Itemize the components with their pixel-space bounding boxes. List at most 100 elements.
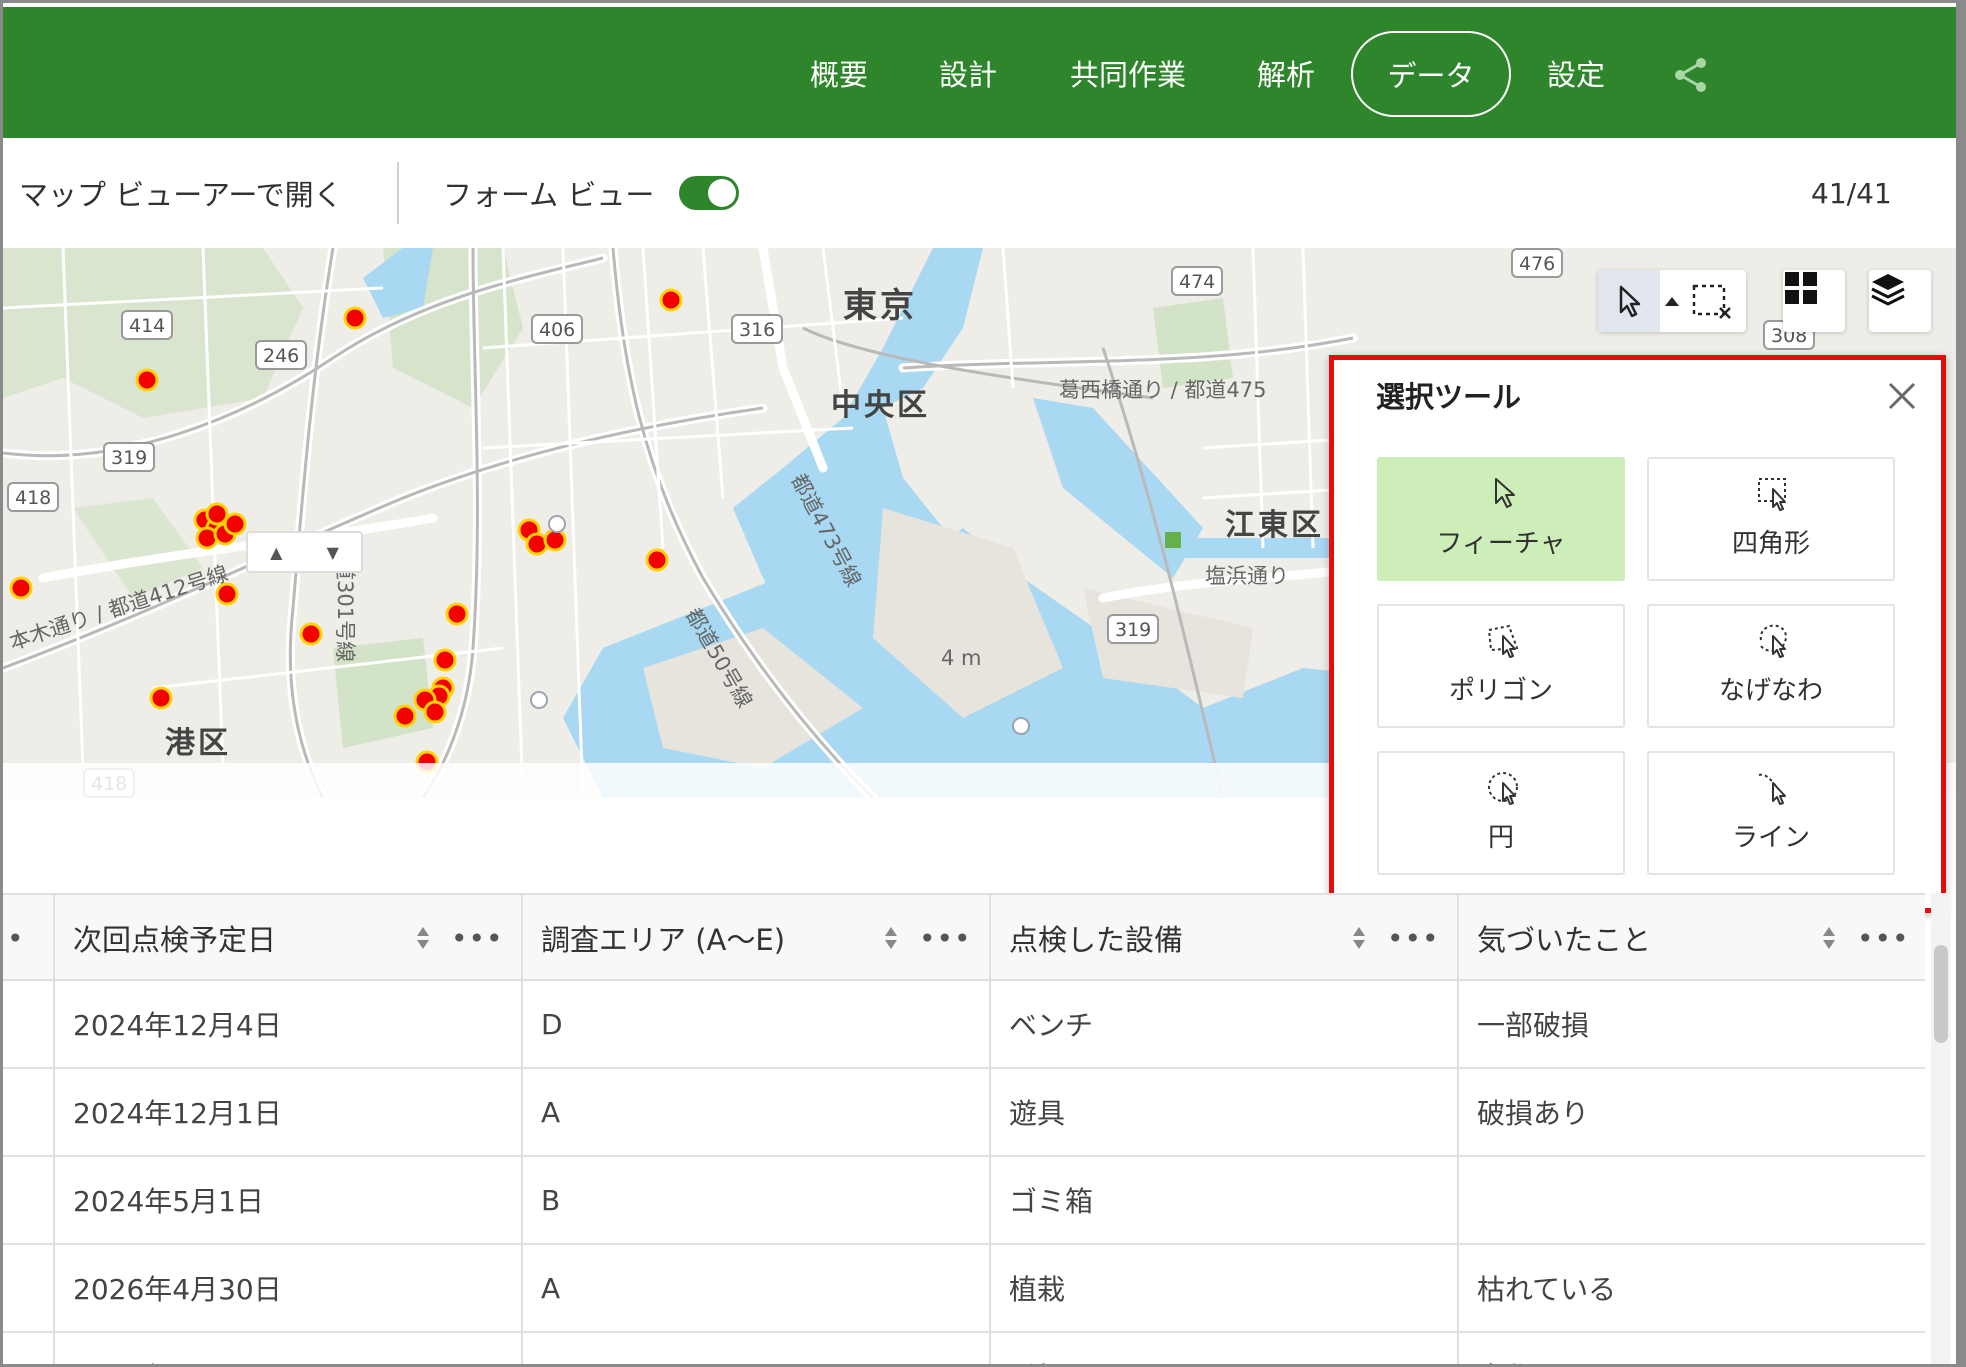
caret-up-icon[interactable]: ▲ [270, 543, 282, 562]
more-icon[interactable]: ••• [1387, 922, 1440, 955]
more-icon[interactable]: • [7, 922, 25, 955]
tool-rectangle[interactable]: 四角形 [1647, 457, 1895, 581]
route-shield: 406 [531, 314, 584, 344]
tab-analyze[interactable]: 解析 [1253, 7, 1319, 138]
route-shield: 474 [1171, 266, 1224, 296]
table-row[interactable]: 2024年11月1日 A 看板 劣化 [3, 1333, 1925, 1364]
table-cell: 植栽 [989, 1245, 1457, 1331]
table-cell-prev [3, 1333, 53, 1364]
column-header-equipment[interactable]: 点検した設備 ••• [989, 895, 1457, 981]
more-icon[interactable]: ••• [1857, 922, 1910, 955]
table-cell: 看板 [989, 1333, 1457, 1364]
caret-up-icon[interactable] [1662, 292, 1682, 310]
table-cell: B [521, 1157, 989, 1243]
data-toolbar: マップ ビューアーで開く フォーム ビュー 41/41 [3, 138, 1956, 248]
cursor-icon [1619, 285, 1641, 318]
tool-polygon-label: ポリゴン [1448, 676, 1553, 706]
table-cell: ゴミ箱 [989, 1157, 1457, 1243]
column-header-notes[interactable]: 気づいたこと ••• [1457, 895, 1925, 981]
close-icon[interactable] [1882, 376, 1922, 416]
column-header-label: 次回点検予定日 [73, 923, 277, 957]
more-icon[interactable]: ••• [451, 922, 504, 955]
caret-down-icon[interactable]: ▼ [327, 543, 339, 562]
panel-resize-handle[interactable]: ▲ ▼ [246, 531, 363, 573]
scrollbar-thumb[interactable] [1934, 945, 1948, 1043]
table-row[interactable]: 2024年12月4日 D ベンチ 一部破損 [3, 981, 1925, 1069]
app-window: 概要 設計 共同作業 解析 データ 設定 マップ ビューアーで開く フォーム ビ… [0, 0, 1966, 1367]
tool-circle[interactable]: 円 [1377, 751, 1625, 875]
column-header-label: 気づいたこと [1477, 923, 1652, 957]
map-label-chuo: 中央区 [831, 388, 930, 423]
table-cell: A [521, 1069, 989, 1155]
grid-icon [1785, 272, 1817, 304]
clear-selection-icon[interactable] [1688, 280, 1736, 322]
tool-lasso-label: なげなわ [1718, 676, 1823, 706]
route-shield: 414 [121, 310, 174, 340]
form-view-toggle[interactable] [679, 176, 739, 210]
form-view-label: フォーム ビュー [443, 178, 655, 212]
column-header-next-inspection[interactable]: 次回点検予定日 ••• [53, 895, 521, 981]
tab-settings[interactable]: 設定 [1543, 7, 1609, 138]
tab-overview[interactable]: 概要 [803, 7, 875, 138]
circle-select-icon [1488, 772, 1518, 805]
route-shield: 316 [731, 314, 784, 344]
route-shield: 319 [103, 442, 156, 472]
route-shield: 246 [255, 340, 308, 370]
share-icon[interactable] [1671, 55, 1711, 95]
tab-design[interactable]: 設計 [935, 7, 1001, 138]
sort-icon[interactable] [1351, 924, 1367, 952]
tool-polygon[interactable]: ポリゴン [1377, 604, 1625, 728]
tool-rectangle-label: 四角形 [1731, 529, 1810, 559]
tab-collaborate[interactable]: 共同作業 [1063, 7, 1193, 138]
toolbar-divider [397, 162, 399, 224]
map-road-shiohama: 塩浜通り [1205, 564, 1289, 588]
select-cursor-button[interactable] [1598, 270, 1660, 332]
tool-line[interactable]: ライン [1647, 751, 1895, 875]
basemap-gallery-button[interactable] [1783, 270, 1845, 332]
lasso-select-icon [1759, 624, 1787, 658]
table-cell: 2026年4月30日 [53, 1245, 521, 1331]
sort-icon[interactable] [883, 924, 899, 952]
map-label-minato: 港区 [165, 726, 231, 761]
route-shield: 319 [1107, 614, 1160, 644]
tool-lasso[interactable]: なげなわ [1647, 604, 1895, 728]
table-cell: 2024年12月1日 [53, 1069, 521, 1155]
table-cell: 2024年11月1日 [53, 1333, 521, 1364]
table-cell: D [521, 981, 989, 1067]
table-row[interactable]: 2024年5月1日 B ゴミ箱 [3, 1157, 1925, 1245]
table-row[interactable]: 2024年12月1日 A 遊具 破損あり [3, 1069, 1925, 1157]
map-label-koto: 江東区 [1225, 508, 1324, 543]
column-header-label: 点検した設備 [1009, 923, 1184, 957]
open-map-viewer-link[interactable]: マップ ビューアーで開く [19, 138, 343, 248]
selection-tools-title: 選択ツール [1376, 380, 1522, 414]
line-select-icon [1758, 773, 1786, 805]
column-header-label: 調査エリア (A〜E) [541, 923, 786, 957]
layers-icon [1871, 274, 1905, 306]
route-shield: 418 [7, 482, 60, 512]
tool-feature[interactable]: フィーチャ [1377, 457, 1625, 581]
table-cell: 枯れている [1457, 1245, 1925, 1331]
tab-data[interactable]: データ [1351, 31, 1511, 117]
table-cell: 劣化 [1457, 1333, 1925, 1364]
table-cell-prev [3, 1157, 53, 1243]
table-cell: 2024年5月1日 [53, 1157, 521, 1243]
sort-icon[interactable] [1821, 924, 1837, 952]
attribute-table: • 次回点検予定日 ••• 調査エリア (A〜E) ••• 点検した設備 •••… [3, 893, 1925, 1364]
layers-button[interactable] [1869, 270, 1931, 332]
table-cell: 一部破損 [1457, 981, 1925, 1067]
tool-line-label: ライン [1731, 823, 1810, 853]
column-header-prev: • [3, 895, 53, 981]
table-cell [1457, 1157, 1925, 1243]
table-cell-prev [3, 981, 53, 1067]
map-label-tokyo: 東京 [843, 286, 917, 326]
table-scrollbar[interactable] [1931, 893, 1951, 1364]
top-navigation-bar: 概要 設計 共同作業 解析 データ 設定 [3, 7, 1956, 138]
more-icon[interactable]: ••• [919, 922, 972, 955]
cursor-icon [1495, 478, 1515, 508]
sort-icon[interactable] [415, 924, 431, 952]
tool-circle-label: 円 [1487, 823, 1514, 853]
table-cell: ベンチ [989, 981, 1457, 1067]
rectangle-select-icon [1758, 478, 1786, 511]
table-row[interactable]: 2026年4月30日 A 植栽 枯れている [3, 1245, 1925, 1333]
column-header-survey-area[interactable]: 調査エリア (A〜E) ••• [521, 895, 989, 981]
